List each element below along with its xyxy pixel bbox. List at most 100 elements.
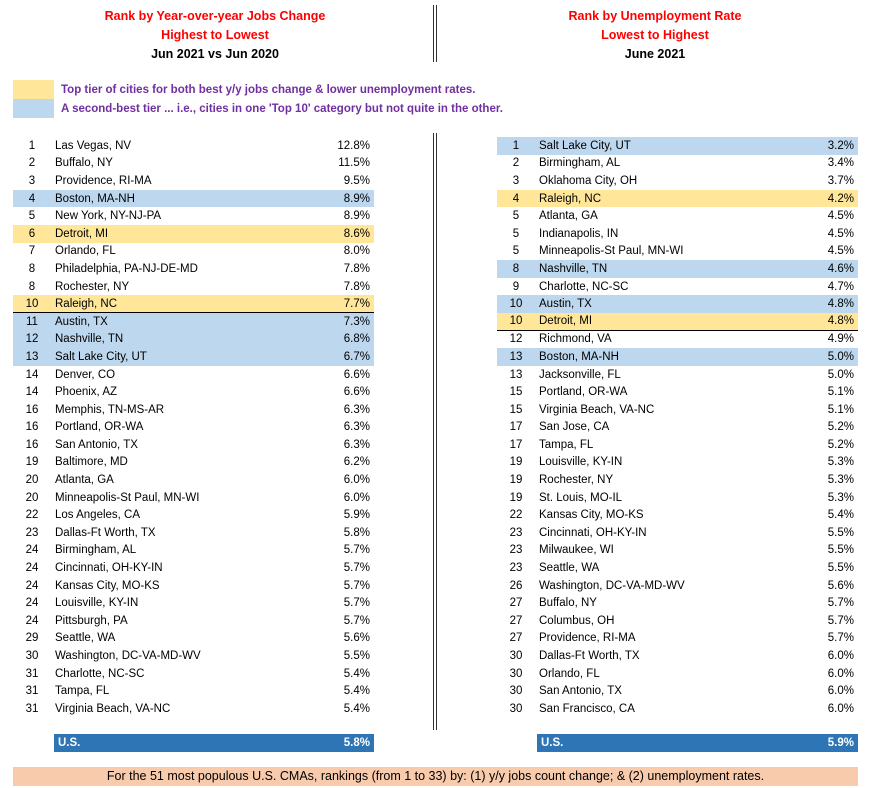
city-cell: Pittsburgh, PA <box>55 614 128 627</box>
rank-cell: 5 <box>512 210 520 223</box>
rank-cell: 30 <box>509 667 523 680</box>
rank-cell: 2 <box>512 157 520 170</box>
city-cell: Birmingham, AL <box>55 544 137 557</box>
table-row: 8 Nashville, TN 4.6% <box>497 260 858 278</box>
city-cell: Salt Lake City, UT <box>539 139 631 152</box>
table-row: 10 Austin, TX 4.8% <box>497 295 858 313</box>
city-cell: Milwaukee, WI <box>539 544 614 557</box>
city-cell: Birmingham, AL <box>539 157 621 170</box>
value-cell: 6.0% <box>343 474 370 487</box>
table-row: 16 Memphis, TN-MS-AR 6.3% <box>13 401 374 419</box>
value-cell: 5.4% <box>343 667 370 680</box>
table-row: 17 Tampa, FL 5.2% <box>497 436 858 454</box>
legend: Top tier of cities for both best y/y job… <box>13 80 513 118</box>
rank-cell: 19 <box>509 474 523 487</box>
second-tier-label: A second-best tier ... i.e., cities in o… <box>61 102 503 115</box>
rank-cell: 13 <box>25 350 39 363</box>
value-cell: 11.5% <box>338 157 370 170</box>
city-cell: Tampa, FL <box>539 438 594 451</box>
rank-cell: 9 <box>512 280 520 293</box>
value-cell: 4.2% <box>827 192 854 205</box>
value-cell: 8.0% <box>343 245 370 258</box>
table-row: 23 Cincinnati, OH-KY-IN 5.5% <box>497 524 858 542</box>
rank-cell: 5 <box>512 227 520 240</box>
rank-cell: 20 <box>25 474 39 487</box>
city-cell: Salt Lake City, UT <box>55 350 147 363</box>
table-row: 31 Tampa, FL 5.4% <box>13 682 374 700</box>
table-row: 8 Rochester, NY 7.8% <box>13 278 374 296</box>
value-cell: 5.1% <box>827 403 854 416</box>
value-cell: 4.5% <box>827 210 854 223</box>
jobs-change-title: Rank by Year-over-year Jobs Change <box>104 9 326 23</box>
city-cell: Detroit, MI <box>539 315 593 328</box>
rank-cell: 27 <box>509 614 523 627</box>
rank-cell: 27 <box>509 632 523 645</box>
value-cell: 6.8% <box>343 333 370 346</box>
city-cell: Tampa, FL <box>55 685 110 698</box>
table-row: 24 Louisville, KY-IN 5.7% <box>13 594 374 612</box>
table-row: 5 Minneapolis-St Paul, MN-WI 4.5% <box>497 243 858 261</box>
table-row: 13 Boston, MA-NH 5.0% <box>497 348 858 366</box>
city-cell: Charlotte, NC-SC <box>539 280 629 293</box>
table-row: 10 Detroit, MI 4.8% <box>497 312 858 331</box>
value-cell: 6.7% <box>343 350 370 363</box>
table-row: 22 Los Angeles, CA 5.9% <box>13 506 374 524</box>
value-cell: 5.0% <box>827 368 854 381</box>
rank-cell: 31 <box>25 685 39 698</box>
value-cell: 5.4% <box>827 509 854 522</box>
city-cell: Rochester, NY <box>55 280 130 293</box>
rank-cell: 10 <box>509 315 523 328</box>
city-cell: Kansas City, MO-KS <box>539 509 644 522</box>
city-cell: Philadelphia, PA-NJ-DE-MD <box>55 262 198 275</box>
table-row: 15 Portland, OR-WA 5.1% <box>497 383 858 401</box>
rank-cell: 15 <box>509 386 523 399</box>
value-cell: 5.7% <box>827 614 854 627</box>
us-unemployment-row: U.S. 5.9% <box>537 734 858 752</box>
header-divider <box>433 5 437 62</box>
rank-cell: 10 <box>509 298 523 311</box>
rank-cell: 31 <box>25 667 39 680</box>
rank-cell: 17 <box>509 438 523 451</box>
table-row: 19 Baltimore, MD 6.2% <box>13 454 374 472</box>
value-cell: 4.7% <box>827 280 854 293</box>
city-cell: Providence, RI-MA <box>55 174 152 187</box>
table-row: 3 Oklahoma City, OH 3.7% <box>497 172 858 190</box>
table-row: 8 Philadelphia, PA-NJ-DE-MD 7.8% <box>13 260 374 278</box>
city-cell: Buffalo, NY <box>539 597 597 610</box>
table-row: 17 San Jose, CA 5.2% <box>497 419 858 437</box>
value-cell: 6.3% <box>343 438 370 451</box>
value-cell: 6.0% <box>343 491 370 504</box>
us-jobs-change-row: U.S. 5.8% <box>54 734 374 752</box>
rank-cell: 3 <box>512 174 520 187</box>
value-cell: 6.6% <box>343 368 370 381</box>
table-row: 12 Richmond, VA 4.9% <box>497 331 858 349</box>
rank-cell: 15 <box>509 403 523 416</box>
city-cell: Las Vegas, NV <box>55 139 132 152</box>
table-row: 13 Salt Lake City, UT 6.7% <box>13 348 374 366</box>
table-row: 10 Raleigh, NC 7.7% <box>13 295 374 313</box>
value-cell: 5.7% <box>343 544 370 557</box>
city-cell: San Antonio, TX <box>539 685 622 698</box>
rank-cell: 12 <box>25 333 39 346</box>
city-cell: Charlotte, NC-SC <box>55 667 145 680</box>
table-row: 30 Washington, DC-VA-MD-WV 5.5% <box>13 647 374 665</box>
city-cell: Washington, DC-VA-MD-WV <box>539 579 685 592</box>
table-row: 12 Nashville, TN 6.8% <box>13 330 374 349</box>
value-cell: 5.2% <box>827 421 854 434</box>
value-cell: 5.5% <box>827 544 854 557</box>
table-row: 11 Austin, TX 7.3% <box>13 312 374 331</box>
rank-cell: 22 <box>25 509 39 522</box>
city-cell: Seattle, WA <box>55 632 116 645</box>
unemployment-period: June 2021 <box>624 47 686 61</box>
table-row: 24 Birmingham, AL 5.7% <box>13 542 374 560</box>
rank-cell: 30 <box>509 685 523 698</box>
table-row: 27 Columbus, OH 5.7% <box>497 612 858 630</box>
value-cell: 5.4% <box>343 685 370 698</box>
city-cell: Boston, MA-NH <box>55 192 135 205</box>
table-row: 7 Orlando, FL 8.0% <box>13 243 374 261</box>
value-cell: 5.7% <box>827 597 854 610</box>
value-cell: 8.6% <box>343 227 370 240</box>
table-row: 23 Milwaukee, WI 5.5% <box>497 542 858 560</box>
value-cell: 5.9% <box>343 509 370 522</box>
value-cell: 6.0% <box>827 685 854 698</box>
